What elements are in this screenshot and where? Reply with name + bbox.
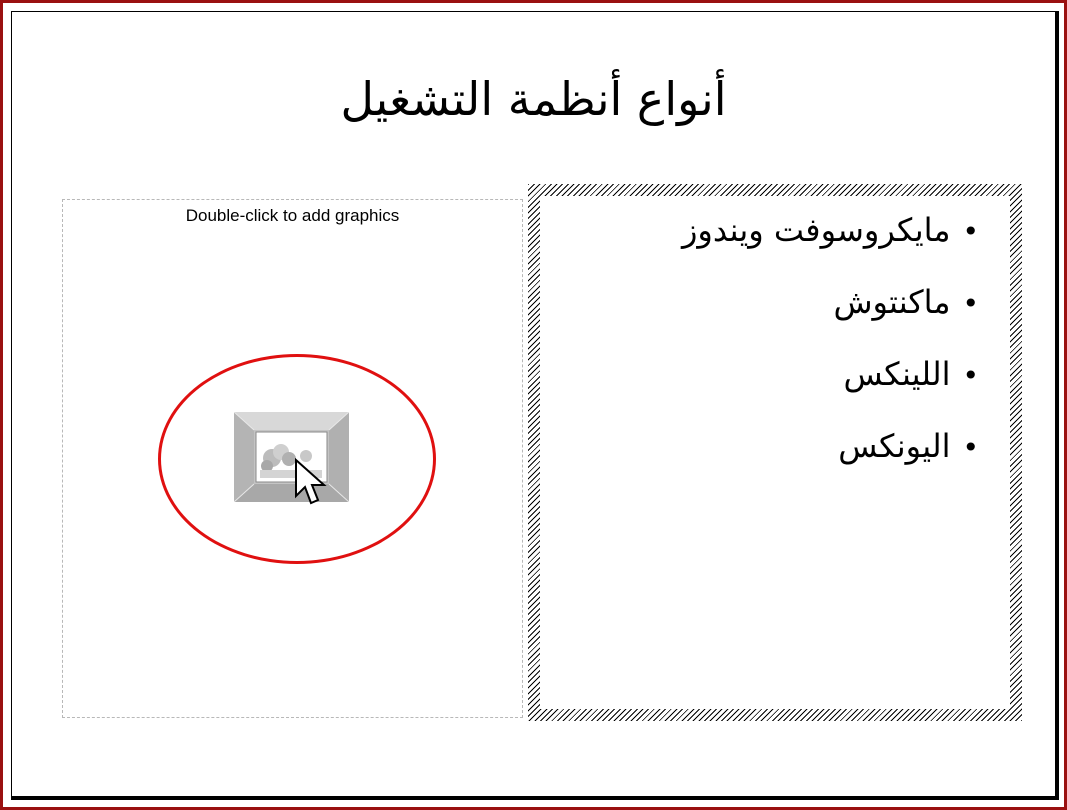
bullet-text: مايكروسوفت ويندوز	[681, 211, 951, 249]
insert-picture-icon[interactable]	[234, 412, 349, 502]
bullet-item[interactable]: • اليونكس	[682, 426, 979, 498]
slide-title[interactable]: أنواع أنظمة التشغيل	[0, 72, 1067, 127]
bullet-item[interactable]: • مايكروسوفت ويندوز	[682, 210, 979, 282]
bullet-dot: •	[962, 215, 979, 248]
bullet-dot: •	[962, 359, 979, 392]
bullet-item[interactable]: • اللينكس	[682, 354, 979, 426]
bullet-text: اليونكس	[838, 427, 951, 465]
mouse-cursor-icon	[295, 458, 327, 505]
bullet-dot: •	[962, 287, 979, 320]
bullet-item[interactable]: • ماكنتوش	[682, 282, 979, 354]
bullet-text: ماكنتوش	[833, 283, 951, 321]
placeholder-hint: Double-click to add graphics	[185, 206, 400, 225]
bullet-text: اللينكس	[843, 355, 951, 393]
bullet-list[interactable]: • مايكروسوفت ويندوز • ماكنتوش • اللينكس • ال…	[682, 210, 979, 498]
bullet-dot: •	[962, 431, 979, 464]
